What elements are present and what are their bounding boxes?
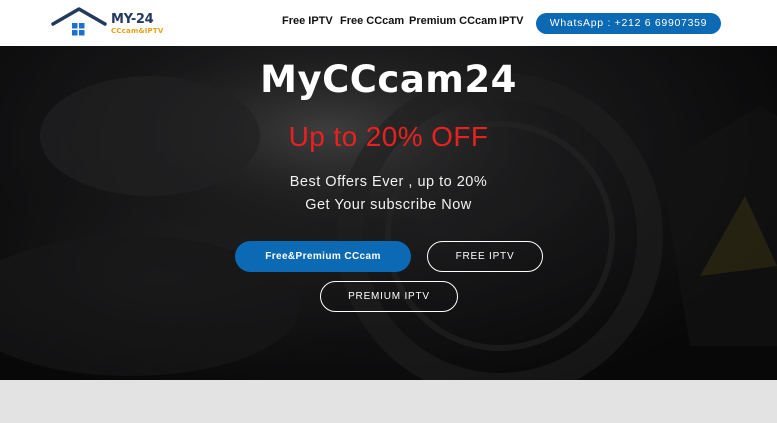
site-header: MY-24 CCcam&IPTV Free IPTV Free CCcam Pr… <box>0 0 777 46</box>
nav-free-cccam[interactable]: Free CCcam <box>340 15 404 31</box>
hero-tagline-line2: Get Your subscribe Now <box>305 197 472 213</box>
nav-premium-cccam[interactable]: Premium CCcam <box>409 15 497 31</box>
free-premium-cccam-button[interactable]: Free&Premium CCcam <box>235 241 411 272</box>
house-icon <box>51 7 107 36</box>
content-section <box>0 380 777 423</box>
logo-title: MY-24 <box>111 12 154 27</box>
free-iptv-button[interactable]: FREE IPTV <box>427 241 543 272</box>
hero-offer: Up to 20% OFF <box>288 121 489 152</box>
hero-banner: MyCCcam24 Up to 20% OFF Best Offers Ever… <box>0 46 777 380</box>
hero-tagline-line1: Best Offers Ever , up to 20% <box>289 174 488 190</box>
nav-free-iptv[interactable]: Free IPTV <box>282 15 333 31</box>
hero-title: MyCCcam24 <box>260 58 517 101</box>
nav-iptv[interactable]: IPTV <box>499 15 523 31</box>
premium-iptv-button[interactable]: PREMIUM IPTV <box>320 281 458 312</box>
logo-subtitle: CCcam&IPTV <box>111 27 164 35</box>
whatsapp-button[interactable]: WhatsApp : +212 6 69907359 <box>536 13 721 34</box>
site-logo[interactable]: MY-24 CCcam&IPTV <box>50 6 170 40</box>
